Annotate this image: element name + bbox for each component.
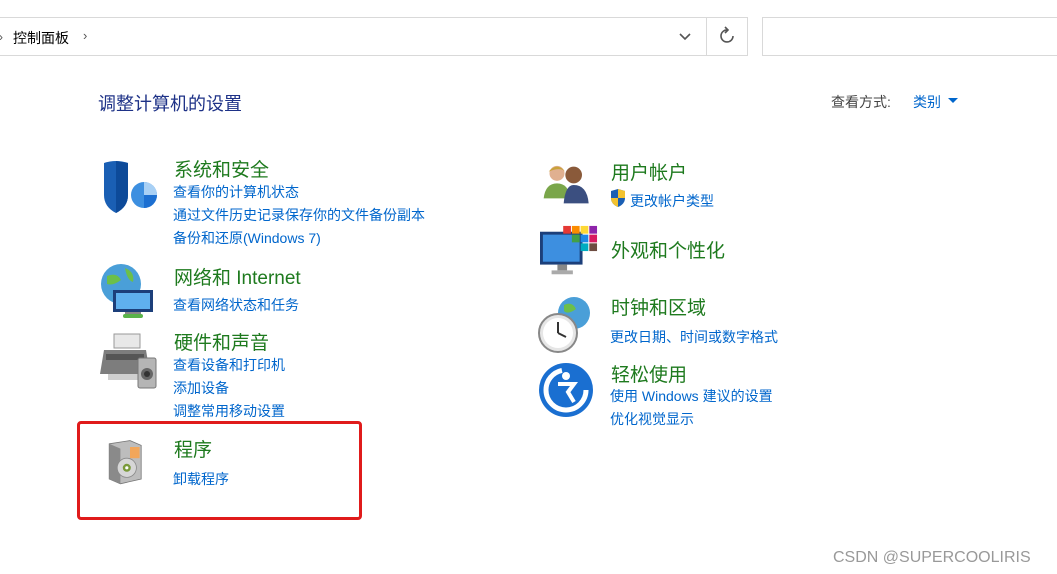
breadcrumb-control-panel[interactable]: 控制面板: [13, 28, 69, 48]
shield-icon[interactable]: [100, 157, 160, 217]
link-add-device[interactable]: 添加设备: [173, 378, 229, 398]
link-backup-restore[interactable]: 备份和还原(Windows 7): [173, 228, 321, 248]
watermark: CSDN @SUPERCOOLIRIS: [833, 549, 1031, 566]
category-title[interactable]: 网络和 Internet: [174, 263, 301, 290]
link-windows-recommended-settings[interactable]: 使用 Windows 建议的设置: [610, 386, 773, 406]
breadcrumb-left-chevron-icon[interactable]: ›: [0, 30, 3, 44]
category-title[interactable]: 用户帐户: [611, 158, 687, 185]
ease-of-access-icon[interactable]: [538, 362, 598, 422]
page-title: 调整计算机的设置: [98, 94, 242, 114]
address-dropdown-button[interactable]: [665, 18, 705, 55]
refresh-button[interactable]: [706, 18, 748, 55]
link-mobility-settings[interactable]: 调整常用移动设置: [173, 401, 285, 421]
monitor-palette-icon[interactable]: [540, 224, 598, 282]
category-title[interactable]: 外观和个性化: [611, 236, 725, 263]
caret-down-icon[interactable]: [948, 98, 958, 104]
view-by-label: 查看方式:: [831, 94, 891, 110]
address-bar[interactable]: › 控制面板 ›: [0, 17, 748, 56]
view-by-dropdown[interactable]: 类别: [913, 92, 941, 112]
refresh-icon: [720, 26, 734, 43]
users-icon[interactable]: [538, 160, 596, 210]
chevron-down-icon: [679, 33, 691, 41]
highlight-box: [77, 421, 362, 520]
breadcrumb-chevron-icon[interactable]: ›: [83, 28, 87, 43]
category-title[interactable]: 轻松使用: [611, 360, 687, 387]
network-globe-icon[interactable]: [99, 262, 159, 322]
link-devices-printers[interactable]: 查看设备和打印机: [173, 355, 285, 375]
link-network-status[interactable]: 查看网络状态和任务: [173, 295, 299, 315]
printer-speaker-icon[interactable]: [100, 330, 160, 390]
clock-globe-icon[interactable]: [538, 295, 598, 355]
link-change-date-time-format[interactable]: 更改日期、时间或数字格式: [610, 327, 778, 347]
link-file-history[interactable]: 通过文件历史记录保存你的文件备份副本: [173, 205, 425, 225]
uac-shield-icon: [611, 189, 625, 207]
category-title[interactable]: 系统和安全: [174, 155, 269, 182]
link-change-account-type[interactable]: 更改帐户类型: [630, 191, 714, 211]
link-view-computer-status[interactable]: 查看你的计算机状态: [173, 182, 299, 202]
category-title[interactable]: 硬件和声音: [174, 328, 269, 355]
category-title[interactable]: 时钟和区域: [611, 293, 706, 320]
search-input[interactable]: [762, 17, 1057, 56]
link-optimize-visual-display[interactable]: 优化视觉显示: [610, 409, 694, 429]
